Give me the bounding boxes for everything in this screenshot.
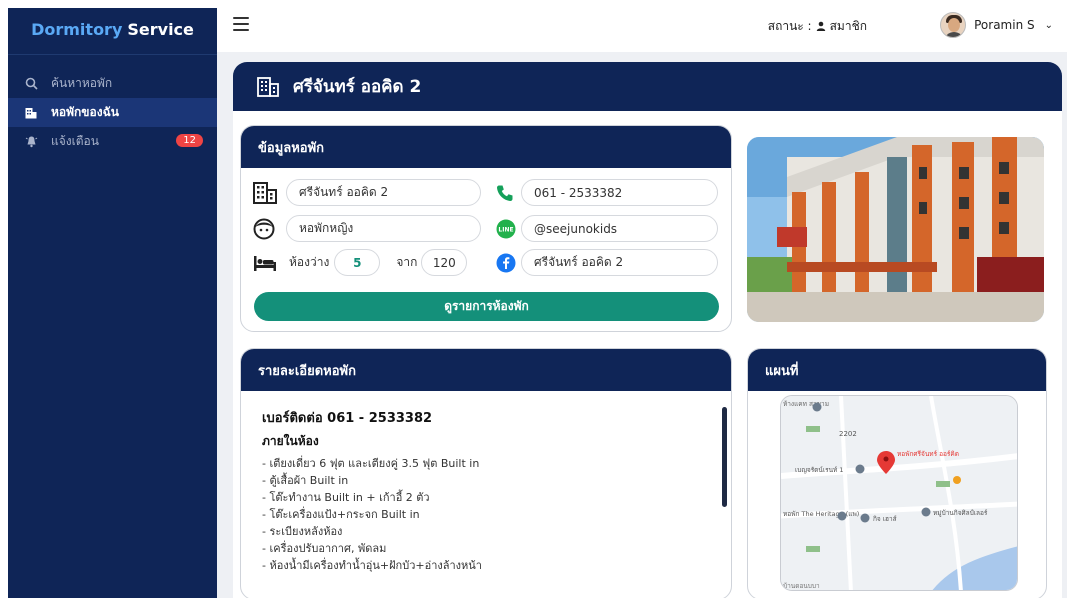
list-item: - ตู้เสื้อผ้า Built in — [262, 474, 349, 487]
phone-field: 061 - 2533382 — [521, 179, 718, 206]
page-title-bar: ศรีจันทร์ ออคิด 2 — [233, 62, 1062, 111]
detail-scrollbar[interactable] — [722, 407, 727, 507]
search-icon — [24, 77, 38, 91]
rooms-of-label: จาก — [396, 255, 418, 269]
card-heading: แผนที่ — [748, 349, 1046, 391]
brand-part1: Dormitory — [31, 19, 123, 39]
chevron-down-icon: ⌄ — [1044, 19, 1053, 31]
rooms-available: 5 — [334, 249, 381, 276]
building-icon — [24, 106, 38, 120]
detail-content: เบอร์ติดต่อ 061 - 2533382 ภายในห้อง - เต… — [262, 407, 722, 574]
rooms-label: ห้องว่าง — [289, 255, 330, 269]
card-heading: ข้อมูลหอพัก — [241, 126, 731, 168]
dorm-name-field: ศรีจันทร์ ออคิด 2 — [286, 179, 481, 206]
list-item: - ระเบียงหลังห้อง — [262, 525, 343, 538]
avatar — [940, 12, 967, 38]
map-corner-label: บ้านดอนบบา — [783, 582, 820, 590]
status-label: สถานะ : — [767, 19, 812, 33]
list-item: - เตียงเดี่ยว 6 ฟุต และเตียงคู่ 3.5 ฟุต … — [262, 457, 480, 470]
card-heading: รายละเอียดหอพัก — [241, 349, 731, 391]
building-icon — [253, 181, 279, 204]
map-road-label: 2202 — [839, 430, 857, 438]
menu-toggle-icon[interactable] — [233, 17, 249, 31]
face-icon — [253, 218, 279, 240]
sidebar: Dormitory Service ค้นหาหอพัก หอพักของฉัน… — [8, 8, 217, 598]
sidebar-item-notifications[interactable]: แจ้งเตือน 12 — [8, 127, 217, 156]
page-title: ศรีจันทร์ ออคิด 2 — [293, 77, 422, 97]
brand-divider — [8, 54, 217, 55]
map-poi-label: หมู่บ้านกิจศิลป์เลอร์ — [933, 509, 988, 517]
line-id-field: @seejunokids — [521, 215, 718, 242]
phone-icon — [496, 184, 518, 202]
facebook-icon — [496, 253, 518, 273]
bell-icon — [24, 135, 38, 149]
user-icon — [816, 20, 826, 34]
member-status: สถานะ : สมาชิก — [768, 17, 867, 36]
status-value: สมาชิก — [829, 19, 867, 33]
sidebar-item-search[interactable]: ค้นหาหอพัก — [8, 69, 217, 98]
line-icon: LINE — [496, 219, 518, 239]
brand-logo[interactable]: Dormitory Service — [8, 8, 217, 50]
map-marker-label: หอพักศรีจันทร์ ออร์คิด — [897, 450, 959, 458]
user-menu[interactable]: Poramin S ⌄ — [940, 12, 1053, 38]
detail-phone: เบอร์ติดต่อ 061 - 2533382 — [262, 411, 433, 426]
detail-section-title: ภายในห้อง — [262, 434, 319, 448]
list-item: - โต๊ะทำงาน Built in + เก้าอี้ 2 ตัว — [262, 491, 430, 504]
building-icon — [257, 76, 279, 97]
sidebar-item-label: หอพักของฉัน — [51, 105, 119, 119]
list-item: - ห้องน้ำมีเครื่องทำน้ำอุ่น+ฝักบัว+อ่างล… — [262, 559, 482, 572]
dorm-info-card: ข้อมูลหอพัก ศรีจันทร์ ออคิด 2 061 - 2533… — [240, 125, 732, 332]
map-poi-label: ห้างแคท สาขาม — [783, 400, 829, 408]
list-item: - เครื่องปรับอากาศ, พัดลม — [262, 542, 387, 555]
map-view[interactable]: 2202 ห้างแคท สาขาม เบญจรัตน์เรนท์ 1 หอพั… — [780, 395, 1018, 591]
map-poi-label: หอพัก The Heritage (แพ) — [783, 510, 859, 518]
facebook-field: ศรีจันทร์ ออคิด 2 — [521, 249, 718, 276]
dorm-photo — [747, 137, 1044, 322]
sidebar-item-label: ค้นหาหอพัก — [51, 76, 113, 90]
bed-icon — [253, 254, 279, 272]
svg-text:LINE: LINE — [498, 226, 513, 233]
user-name: Poramin S — [974, 18, 1035, 32]
map-card: แผนที่ 2202 ห้างแคท สาขาม เบญจรัตน์เรนท์… — [747, 348, 1047, 598]
notification-count-badge: 12 — [176, 134, 203, 147]
sidebar-item-my-dorm[interactable]: หอพักของฉัน — [8, 98, 217, 127]
map-poi-label: เบญจรัตน์เรนท์ 1 — [795, 466, 844, 474]
map-poi-label: กิจ เฮาส์ — [873, 515, 897, 523]
brand-part2: Service — [127, 19, 194, 39]
top-header: สถานะ : สมาชิก Poramin S ⌄ — [217, 0, 1067, 52]
list-item: - โต๊ะเครื่องแป้ง+กระจก Built in — [262, 508, 420, 521]
sidebar-item-label: แจ้งเตือน — [51, 134, 99, 148]
view-rooms-button[interactable]: ดูรายการห้องพัก — [254, 292, 719, 321]
rooms-total: 120 — [421, 249, 468, 276]
dorm-detail-card: รายละเอียดหอพัก เบอร์ติดต่อ 061 - 253338… — [240, 348, 732, 598]
dorm-type-field: หอพักหญิง — [286, 215, 481, 242]
